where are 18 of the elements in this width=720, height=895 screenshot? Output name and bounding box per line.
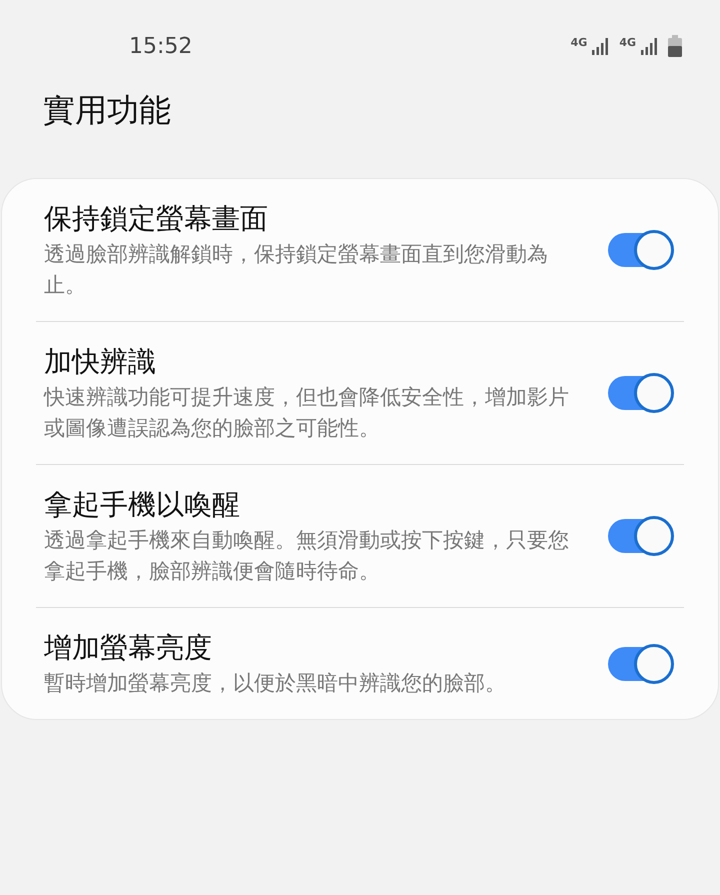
setting-title: 加快辨識 [44, 344, 157, 380]
setting-description: 快速辨識功能可提升速度，但也會降低安全性，增加影片或圖像遭誤認為您的臉部之可能性。 [44, 384, 570, 442]
toggle-switch[interactable] [608, 376, 672, 410]
status-time: 15:52 [129, 32, 192, 60]
setting-title: 拿起手機以喚醒 [44, 487, 241, 523]
toggle-switch[interactable] [608, 233, 672, 267]
network-type: 4G [619, 35, 636, 51]
toggle-switch[interactable] [608, 646, 672, 680]
page-title: 實用功能 [43, 94, 172, 126]
signal-icon [640, 36, 660, 56]
setting-description: 暫時增加螢幕亮度，以便於黑暗中辨識您的臉部。 [44, 670, 507, 697]
setting-description: 透過臉部辨識解鎖時，保持鎖定螢幕畫面直到您滑動為止。 [44, 241, 549, 299]
battery-icon [668, 35, 682, 57]
setting-description: 透過拿起手機來自動喚醒。無須滑動或按下按鍵，只要您拿起手機，臉部辨識便會隨時待命。 [44, 527, 570, 585]
network-type: 4G [570, 35, 588, 51]
setting-title: 保持鎖定螢幕畫面 [44, 201, 269, 237]
toggle-switch[interactable] [608, 519, 672, 553]
setting-title: 增加螢幕亮度 [44, 630, 213, 666]
